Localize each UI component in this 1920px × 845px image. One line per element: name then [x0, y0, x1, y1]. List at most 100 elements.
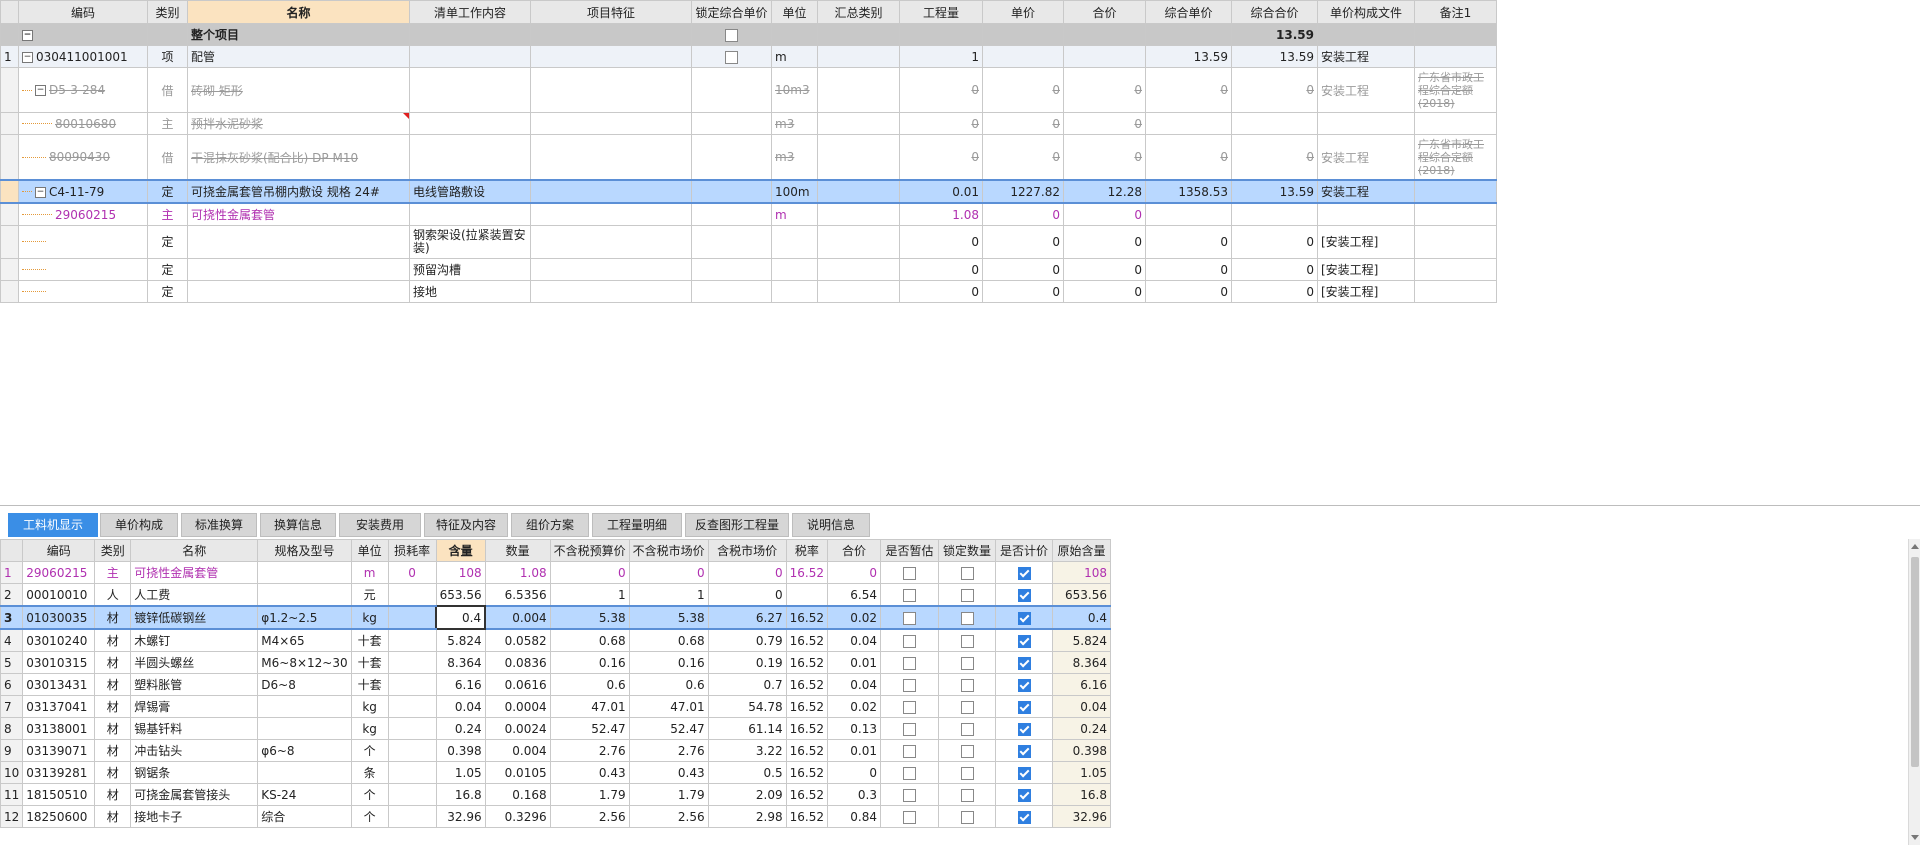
cell-mkt[interactable]: 5.38 — [628, 605, 709, 630]
priced-checkbox[interactable] — [1017, 788, 1031, 802]
col-name[interactable]: 名称 — [187, 0, 410, 24]
priced-checkbox[interactable] — [1017, 634, 1031, 648]
col-content[interactable]: 含量 — [435, 539, 486, 562]
cell-content[interactable]: 32.96 — [435, 805, 486, 828]
tab-qty-detail[interactable]: 工程量明细 — [592, 513, 682, 537]
priced-checkbox[interactable] — [1017, 566, 1031, 580]
lock-qty-checkbox[interactable] — [960, 744, 974, 758]
scroll-down-icon[interactable] — [1911, 835, 1919, 840]
priced-checkbox[interactable] — [1017, 678, 1031, 692]
sub-quota-row[interactable]: 定 接地 0 0 0 0 0 [安装工程] — [0, 280, 1497, 303]
row-number[interactable]: 10 — [0, 761, 24, 784]
col-market-price[interactable]: 不含税市场价 — [628, 539, 709, 562]
cell-mkt_tax[interactable]: 0 — [707, 583, 787, 607]
cell-loss[interactable] — [387, 605, 437, 630]
tab-pricing-plan[interactable]: 组价方案 — [511, 513, 589, 537]
tab-resources[interactable]: 工料机显示 — [8, 513, 98, 537]
cell-name[interactable]: 可挠性金属套管 — [130, 561, 259, 584]
col-lock-qty[interactable]: 锁定数量 — [938, 539, 996, 562]
cell-spec[interactable]: M4×65 — [257, 628, 352, 652]
col-orig-content[interactable]: 原始含量 — [1052, 539, 1111, 562]
col-price[interactable]: 单价 — [982, 0, 1064, 24]
borrowed-quota-row[interactable]: 80090430 借 干混抹灰砂浆(配合比) DP M10 m3 0 0 0 0… — [0, 134, 1497, 181]
col-loss[interactable]: 损耗率 — [387, 539, 437, 562]
resource-row[interactable]: 10 03139281 材钢锯条条 1.05 0.0105 0.43 0.43 0.5 16.5… — [0, 761, 1111, 784]
pane-splitter[interactable] — [0, 505, 1920, 506]
cell-name[interactable]: 接地卡子 — [130, 805, 259, 828]
cell-qty[interactable]: 0.0004 — [484, 695, 551, 718]
cell-name[interactable]: 镀锌低碳钢丝 — [130, 605, 259, 630]
cell-name[interactable]: 木螺钉 — [130, 628, 259, 652]
cell-qty[interactable]: 0.0582 — [484, 628, 551, 652]
summary-row[interactable]: − 整个项目 13.59 — [0, 23, 1497, 46]
lock-qty-checkbox[interactable] — [960, 722, 974, 736]
cell-mkt_tax[interactable]: 0.5 — [707, 761, 787, 784]
cell-qty[interactable]: 0.0616 — [484, 673, 551, 696]
col-lock-price[interactable]: 锁定综合单价 — [691, 0, 772, 24]
cell-qty[interactable]: 1.08 — [484, 561, 551, 584]
col-name[interactable]: 名称 — [130, 539, 259, 562]
row-number[interactable]: 1 — [0, 561, 24, 584]
priced-checkbox[interactable] — [1017, 700, 1031, 714]
provisional-checkbox[interactable] — [903, 588, 916, 602]
cell-mkt[interactable]: 1.79 — [628, 783, 709, 806]
cell-name[interactable]: 焊锡膏 — [130, 695, 259, 718]
col-feature[interactable]: 项目特征 — [530, 0, 692, 24]
borrowed-quota-row[interactable]: − D5-3-284 借 砖砌 矩形 10m3 0 0 0 0 0 安装工程 广东… — [0, 67, 1497, 113]
provisional-checkbox[interactable] — [903, 700, 916, 714]
cell-name[interactable]: 可挠金属套管接头 — [130, 783, 259, 806]
cell-spec[interactable]: M6~8×12~30 — [257, 651, 352, 674]
col-priced[interactable]: 是否计价 — [995, 539, 1053, 562]
tab-price-composition[interactable]: 单价构成 — [100, 513, 178, 537]
main-material-row[interactable]: 80010680 主 预拌水泥砂浆 m3 0 0 0 — [0, 112, 1497, 135]
sub-quota-row[interactable]: 定 预留沟槽 0 0 0 0 0 [安装工程] — [0, 258, 1497, 281]
col-type[interactable]: 类别 — [94, 539, 132, 562]
cell-qty[interactable]: 0.004 — [484, 739, 551, 762]
row-number[interactable]: 12 — [0, 805, 24, 828]
row-number[interactable]: 8 — [0, 717, 24, 740]
cell-mkt_tax[interactable]: 54.78 — [707, 695, 787, 718]
col-summary-type[interactable]: 汇总类别 — [817, 0, 900, 24]
cell-mkt[interactable]: 0.6 — [628, 673, 709, 696]
cell-mkt_tax[interactable]: 0.79 — [707, 628, 787, 652]
lock-price-checkbox[interactable] — [725, 50, 738, 64]
priced-checkbox[interactable] — [1017, 744, 1031, 758]
cell-content[interactable]: 0.04 — [435, 695, 486, 718]
scroll-up-icon[interactable] — [1911, 544, 1919, 549]
cell-spec[interactable]: D6~8 — [257, 673, 352, 696]
cell-spec[interactable] — [257, 761, 352, 784]
bill-item-row[interactable]: 1 −030411001001 项 配管 m 1 13.59 13.59 安装工… — [0, 45, 1497, 68]
cell-content[interactable]: 6.16 — [435, 673, 486, 696]
provisional-checkbox[interactable] — [903, 766, 916, 780]
cell-mkt[interactable]: 47.01 — [628, 695, 709, 718]
cell-loss[interactable] — [387, 583, 437, 607]
cell-qty[interactable]: 0.004 — [484, 605, 551, 630]
row-number[interactable]: 5 — [0, 651, 24, 674]
cell-qty[interactable]: 0.168 — [484, 783, 551, 806]
cell-content[interactable]: 16.8 — [435, 783, 486, 806]
cell-name[interactable]: 冲击钻头 — [130, 739, 259, 762]
vertical-scrollbar[interactable] — [1908, 539, 1920, 845]
cell-spec[interactable]: 综合 — [257, 805, 352, 828]
cell-qty[interactable]: 0.0105 — [484, 761, 551, 784]
provisional-checkbox[interactable] — [903, 611, 916, 625]
cell-spec[interactable]: φ1.2~2.5 — [257, 605, 352, 630]
cell-qty[interactable]: 0.3296 — [484, 805, 551, 828]
lock-qty-checkbox[interactable] — [960, 810, 974, 824]
resource-row[interactable]: 11 18150510 材可挠金属套管接头 KS-24 个 16.8 0.168 1.79 1.… — [0, 783, 1111, 806]
resource-row[interactable]: 8 03138001 材锡基钎料 kg 0.24 0.0024 52.47 52.47 61.1… — [0, 717, 1111, 740]
col-amount[interactable]: 合价 — [1063, 0, 1146, 24]
cell-mkt[interactable]: 0.68 — [628, 628, 709, 652]
lock-qty-checkbox[interactable] — [960, 588, 974, 602]
col-amount[interactable]: 合价 — [827, 539, 881, 562]
cell-content[interactable]: 653.56 — [435, 583, 486, 607]
col-market-price-tax[interactable]: 含税市场价 — [707, 539, 787, 562]
row-number[interactable]: 3 — [0, 605, 24, 630]
row-number[interactable]: 2 — [0, 583, 24, 607]
sub-quota-row[interactable]: 定 钢索架设(拉紧装置安装) 0 0 0 0 0 [安装工程] — [0, 225, 1497, 259]
cell-mkt[interactable]: 2.56 — [628, 805, 709, 828]
resource-row[interactable]: 2 00010010 人人工费元 653.56 6.5356 1 1 0 6.54 653.56 — [0, 583, 1111, 607]
col-code[interactable]: 编码 — [22, 539, 96, 562]
col-qty[interactable]: 工程量 — [899, 0, 983, 24]
resource-row[interactable]: 4 03010240 材木螺钉 M4×65 十套 5.824 0.0582 0.68 0.68 0… — [0, 628, 1111, 652]
